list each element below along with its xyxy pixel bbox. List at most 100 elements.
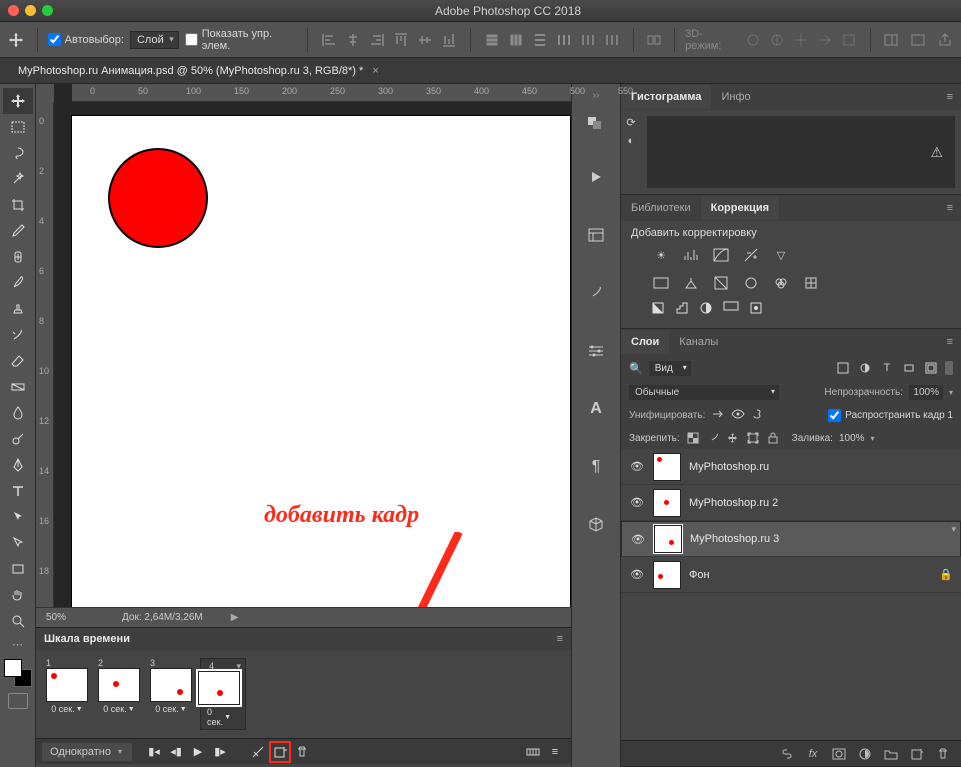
frame-thumbnail[interactable] [198, 671, 240, 705]
lock-position-icon[interactable] [726, 431, 740, 445]
color-panel-icon[interactable] [580, 109, 612, 137]
blend-mode-select[interactable]: Обычные [629, 385, 779, 400]
tween-button[interactable] [248, 742, 268, 762]
magic-wand-tool[interactable] [3, 166, 33, 192]
rectangular-marquee-tool[interactable] [3, 114, 33, 140]
document-tab[interactable]: MyPhotoshop.ru Анимация.psd @ 50% (MyPho… [10, 60, 387, 82]
first-frame-button[interactable]: ▮◂ [144, 742, 164, 762]
lock-transparency-icon[interactable] [686, 431, 700, 445]
expand-dock-icon[interactable]: ›› [593, 90, 600, 101]
layer-name[interactable]: Фон [689, 569, 710, 581]
layer-filter-kind-select[interactable]: Вид [649, 361, 691, 376]
timeline-frame[interactable]: 3 0 сек.▼ [148, 658, 194, 730]
tab-histogram[interactable]: Гистограмма [621, 85, 711, 109]
adjustments-settings-icon[interactable] [580, 337, 612, 365]
ruler-vertical[interactable]: 024681012141618 [36, 102, 54, 607]
new-frame-button[interactable] [270, 742, 290, 762]
blur-tool[interactable] [3, 400, 33, 426]
paragraph-panel-icon[interactable]: ¶ [580, 453, 612, 481]
adjustments-panel-menu-icon[interactable]: ≡ [939, 202, 961, 214]
frame-duration[interactable]: 0 сек.▼ [155, 704, 186, 714]
hue-saturation-icon[interactable] [651, 273, 671, 293]
zoom-level[interactable]: 50% [36, 612, 92, 623]
close-document-icon[interactable]: × [372, 65, 378, 77]
new-group-icon[interactable] [883, 746, 899, 762]
lock-all-icon[interactable] [766, 431, 780, 445]
timeline-frame[interactable]: 2 0 сек.▼ [96, 658, 142, 730]
rectangle-tool[interactable] [3, 556, 33, 582]
close-window-button[interactable] [8, 5, 19, 16]
scale-3d-icon[interactable] [838, 29, 860, 51]
filter-pixel-icon[interactable] [835, 360, 851, 376]
align-hcenter-icon[interactable] [342, 29, 364, 51]
new-layer-icon[interactable] [909, 746, 925, 762]
prev-frame-button[interactable]: ◂▮ [166, 742, 186, 762]
fill-value[interactable]: 100% [839, 433, 865, 444]
canvas-viewport[interactable]: добавить кадр [54, 102, 571, 607]
properties-panel-icon[interactable] [580, 221, 612, 249]
artboard[interactable] [72, 116, 570, 607]
unify-style-icon[interactable] [751, 408, 763, 423]
layer-visibility-icon[interactable]: 👁 [629, 568, 645, 581]
actions-play-icon[interactable] [580, 163, 612, 191]
layer-name[interactable]: MyPhotoshop.ru 2 [689, 497, 778, 509]
posterize-icon[interactable] [675, 301, 689, 318]
layer-row[interactable]: 👁 MyPhotoshop.ru 2 [621, 485, 961, 521]
layer-name[interactable]: MyPhotoshop.ru 3 [690, 533, 779, 545]
type-tool[interactable] [3, 478, 33, 504]
maximize-window-button[interactable] [42, 5, 53, 16]
black-white-icon[interactable] [711, 273, 731, 293]
direct-selection-tool[interactable] [3, 530, 33, 556]
frame-thumbnail[interactable] [46, 668, 88, 702]
selective-color-icon[interactable] [749, 301, 763, 318]
channel-mixer-icon[interactable] [771, 273, 791, 293]
clone-stamp-tool[interactable] [3, 296, 33, 322]
document-size-info[interactable]: Док: 2,64M/3,26M [92, 612, 203, 623]
color-lookup-icon[interactable] [801, 273, 821, 293]
align-right-icon[interactable] [366, 29, 388, 51]
threshold-icon[interactable] [699, 301, 713, 318]
distribute-left-icon[interactable] [553, 29, 575, 51]
layer-style-icon[interactable]: fx [805, 746, 821, 762]
filter-adjustment-icon[interactable] [857, 360, 873, 376]
brush-settings-panel-icon[interactable] [580, 279, 612, 307]
timeline-frame[interactable]: 4 0 сек.▼ [200, 658, 246, 730]
eraser-tool[interactable] [3, 348, 33, 374]
spot-healing-tool[interactable] [3, 244, 33, 270]
gradient-map-icon[interactable] [723, 301, 739, 318]
opacity-value[interactable]: 100% [909, 385, 943, 400]
propagate-frame-checkbox[interactable]: Распространить кадр 1 [828, 409, 953, 422]
edit-toolbar-icon[interactable]: ⋯ [12, 638, 23, 651]
fill-chevron-icon[interactable]: ▾ [871, 434, 875, 443]
tab-info[interactable]: Инфо [711, 85, 760, 109]
layer-thumbnail[interactable] [654, 525, 682, 553]
frame-thumbnail[interactable] [150, 668, 192, 702]
lock-icon[interactable]: 🔒 [939, 568, 953, 581]
lasso-tool[interactable] [3, 140, 33, 166]
layer-filter-search-icon[interactable]: 🔍 [629, 362, 643, 375]
toggle-panels-icon[interactable] [881, 29, 902, 51]
lock-artboard-icon[interactable] [746, 431, 760, 445]
distribute-hcenter-icon[interactable] [577, 29, 599, 51]
vibrance-icon[interactable]: ▽ [771, 245, 791, 265]
layer-thumbnail[interactable] [653, 453, 681, 481]
tab-libraries[interactable]: Библиотеки [621, 196, 701, 220]
show-transform-controls-checkbox[interactable]: Показать упр. элем. [185, 28, 297, 52]
quick-mask-toggle[interactable] [8, 693, 28, 709]
layer-visibility-icon[interactable]: 👁 [629, 460, 645, 473]
exposure-icon[interactable] [741, 245, 761, 265]
layer-thumbnail[interactable] [653, 489, 681, 517]
status-menu-chevron-icon[interactable]: ▶ [231, 612, 239, 623]
move-tool[interactable] [3, 88, 33, 114]
gradient-tool[interactable] [3, 374, 33, 400]
layer-name[interactable]: MyPhotoshop.ru [689, 461, 769, 473]
frame-duration[interactable]: 0 сек.▼ [207, 707, 231, 727]
curves-icon[interactable] [711, 245, 731, 265]
layer-thumbnail[interactable] [653, 561, 681, 589]
dodge-tool[interactable] [3, 426, 33, 452]
align-top-icon[interactable] [390, 29, 412, 51]
frame-duration[interactable]: 0 сек.▼ [103, 704, 134, 714]
path-selection-tool[interactable] [3, 504, 33, 530]
delete-layer-icon[interactable] [935, 746, 951, 762]
timeline-panel-menu-icon[interactable]: ≡ [557, 633, 563, 645]
